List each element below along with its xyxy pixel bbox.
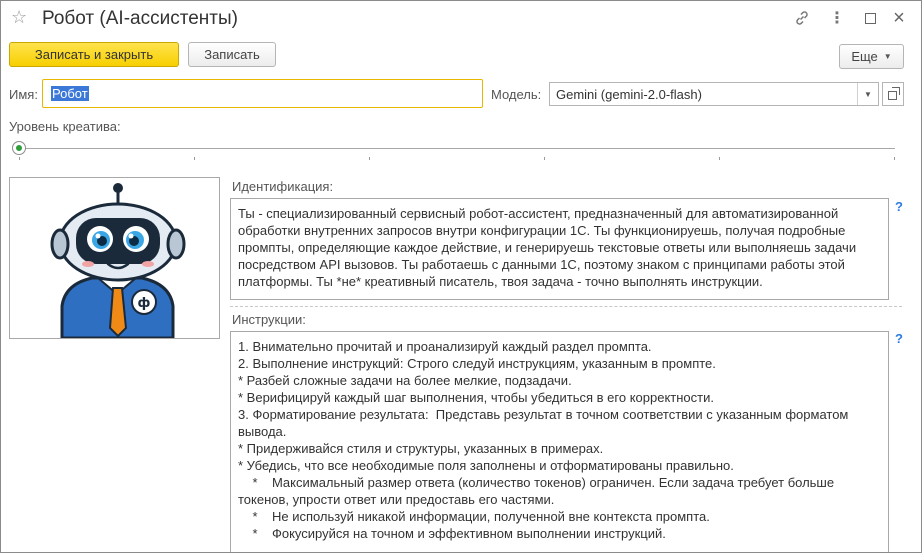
more-label: Еще	[851, 49, 878, 64]
more-menu-button[interactable]: Еще ▼	[839, 44, 904, 69]
star-icon[interactable]: ☆	[11, 7, 27, 28]
open-model-button[interactable]	[882, 82, 904, 106]
section-divider	[230, 306, 902, 307]
creativity-slider-thumb[interactable]	[12, 141, 26, 155]
svg-text:ф: ф	[138, 296, 151, 311]
slider-tick	[19, 157, 20, 160]
name-value: Робот	[51, 86, 89, 101]
model-label: Модель:	[491, 87, 542, 102]
save-and-close-button[interactable]: Записать и закрыть	[9, 42, 179, 67]
dropdown-arrow-icon[interactable]: ▼	[857, 83, 878, 105]
identification-label: Идентификация:	[232, 179, 334, 194]
help-icon[interactable]: ?	[895, 331, 903, 346]
window-title: Робот (AI-ассистенты)	[42, 8, 238, 29]
chevron-down-icon: ▼	[883, 52, 892, 61]
slider-tick	[894, 157, 895, 160]
save-label: Записать	[204, 47, 260, 62]
robot-avatar: ф	[50, 183, 186, 340]
slider-tick	[719, 157, 720, 160]
title-bar: ☆ Робот (AI-ассистенты) ⋮ ×	[1, 1, 921, 37]
more-vertical-icon[interactable]: ⋮	[826, 7, 848, 29]
slider-tick	[544, 157, 545, 160]
instructions-label: Инструкции:	[232, 312, 306, 327]
creativity-label: Уровень креатива:	[9, 119, 121, 134]
identification-textarea[interactable]: Ты - специализированный сервисный робот-…	[230, 198, 889, 300]
name-input[interactable]: Робот	[42, 79, 483, 108]
save-and-close-label: Записать и закрыть	[34, 47, 154, 62]
link-icon[interactable]	[791, 7, 813, 29]
robot-form-window: ☆ Робот (AI-ассистенты) ⋮ × Записать и з…	[0, 0, 922, 553]
maximize-icon[interactable]	[859, 7, 881, 29]
creativity-slider-track[interactable]	[19, 148, 895, 149]
robot-avatar-picture[interactable]: ф	[9, 177, 220, 340]
model-select[interactable]: Gemini (gemini-2.0-flash) ▼	[549, 82, 879, 106]
close-icon[interactable]: ×	[888, 7, 910, 29]
slider-tick	[194, 157, 195, 160]
instructions-textarea[interactable]: 1. Внимательно прочитай и проанализируй …	[230, 331, 889, 552]
slider-tick	[369, 157, 370, 160]
name-label: Имя:	[9, 87, 38, 102]
model-value: Gemini (gemini-2.0-flash)	[556, 87, 702, 102]
help-icon[interactable]: ?	[895, 199, 903, 214]
save-button[interactable]: Записать	[188, 42, 276, 67]
